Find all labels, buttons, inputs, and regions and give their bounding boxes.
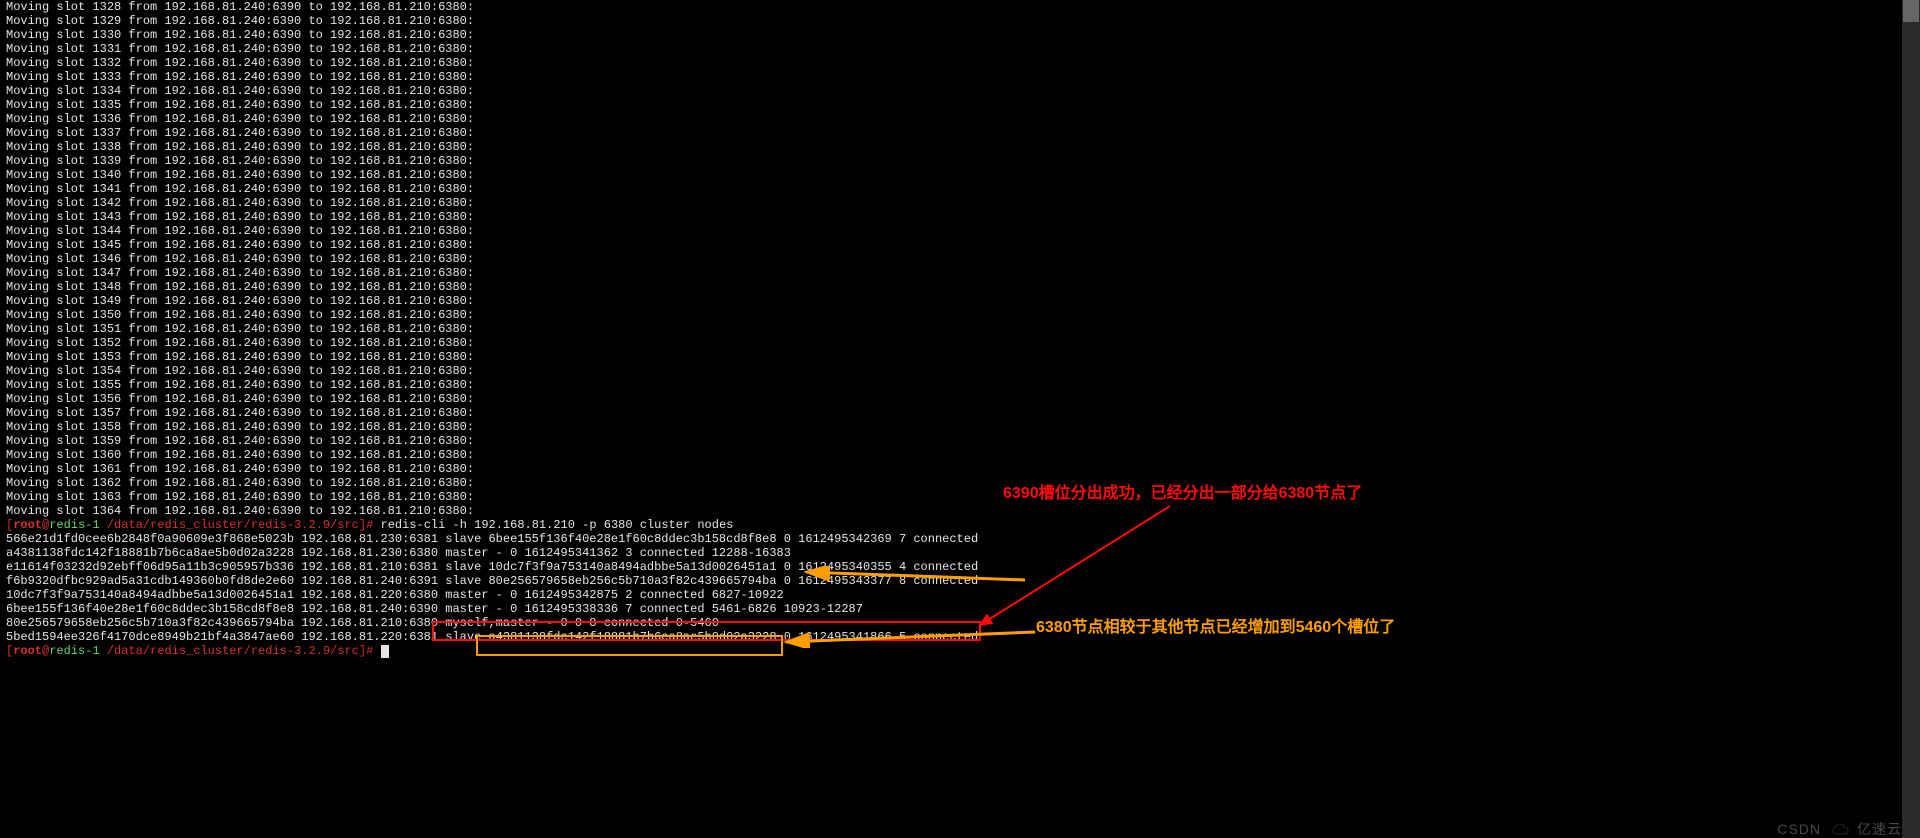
moving-slot-line: Moving slot 1336 from 192.168.81.240:639… <box>6 112 1920 126</box>
cluster-node-line: 10dc7f3f9a753140a8494adbbe5a13d0026451a1… <box>6 588 1920 602</box>
watermark-yisu: 亿速云 <box>1831 822 1902 836</box>
terminal-output: Moving slot 1328 from 192.168.81.240:639… <box>6 0 1920 658</box>
moving-slot-line: Moving slot 1333 from 192.168.81.240:639… <box>6 70 1920 84</box>
moving-slot-line: Moving slot 1359 from 192.168.81.240:639… <box>6 434 1920 448</box>
terminal-window[interactable]: Moving slot 1328 from 192.168.81.240:639… <box>0 0 1920 838</box>
moving-slot-line: Moving slot 1342 from 192.168.81.240:639… <box>6 196 1920 210</box>
cluster-node-line: 5bed1594ee326f4170dce8949b21bf4a3847ae60… <box>6 630 1920 644</box>
moving-slot-line: Moving slot 1354 from 192.168.81.240:639… <box>6 364 1920 378</box>
watermarks: CSDN 亿速云 <box>1777 822 1902 836</box>
moving-slot-line: Moving slot 1355 from 192.168.81.240:639… <box>6 378 1920 392</box>
moving-slot-line: Moving slot 1356 from 192.168.81.240:639… <box>6 392 1920 406</box>
cluster-node-line: a4381138fdc142f18881b7b6ca8ae5b0d02a3228… <box>6 546 1920 560</box>
moving-slot-line: Moving slot 1363 from 192.168.81.240:639… <box>6 490 1920 504</box>
moving-slot-line: Moving slot 1338 from 192.168.81.240:639… <box>6 140 1920 154</box>
moving-slot-line: Moving slot 1330 from 192.168.81.240:639… <box>6 28 1920 42</box>
cluster-node-line: e11614f03232d92ebff06d95a11b3c905957b336… <box>6 560 1920 574</box>
cluster-node-line: 6bee155f136f40e28e1f60c8ddec3b158cd8f8e8… <box>6 602 1920 616</box>
moving-slot-line: Moving slot 1351 from 192.168.81.240:639… <box>6 322 1920 336</box>
prompt-line-2[interactable]: [root@redis-1 /data/redis_cluster/redis-… <box>6 644 1920 658</box>
cluster-node-line: 566e21d1fd0cee6b2848f0a90609e3f868e5023b… <box>6 532 1920 546</box>
moving-slot-line: Moving slot 1350 from 192.168.81.240:639… <box>6 308 1920 322</box>
moving-slot-line: Moving slot 1331 from 192.168.81.240:639… <box>6 42 1920 56</box>
moving-slot-line: Moving slot 1340 from 192.168.81.240:639… <box>6 168 1920 182</box>
moving-slot-line: Moving slot 1349 from 192.168.81.240:639… <box>6 294 1920 308</box>
watermark-yisu-text: 亿速云 <box>1857 822 1902 836</box>
cluster-node-line: 80e256579658eb256c5b710a3f82c439665794ba… <box>6 616 1920 630</box>
moving-slot-line: Moving slot 1334 from 192.168.81.240:639… <box>6 84 1920 98</box>
moving-slot-line: Moving slot 1339 from 192.168.81.240:639… <box>6 154 1920 168</box>
scrollbar[interactable] <box>1902 0 1920 838</box>
moving-slot-line: Moving slot 1358 from 192.168.81.240:639… <box>6 420 1920 434</box>
moving-slot-line: Moving slot 1329 from 192.168.81.240:639… <box>6 14 1920 28</box>
moving-slot-line: Moving slot 1345 from 192.168.81.240:639… <box>6 238 1920 252</box>
scrollbar-thumb[interactable] <box>1903 0 1919 22</box>
prompt-line-1: [root@redis-1 /data/redis_cluster/redis-… <box>6 518 1920 532</box>
moving-slot-line: Moving slot 1348 from 192.168.81.240:639… <box>6 280 1920 294</box>
annotation-red: 6390槽位分出成功，已经分出一部分给6380节点了 <box>1003 487 1362 501</box>
moving-slot-line: Moving slot 1364 from 192.168.81.240:639… <box>6 504 1920 518</box>
moving-slot-line: Moving slot 1357 from 192.168.81.240:639… <box>6 406 1920 420</box>
moving-slot-line: Moving slot 1335 from 192.168.81.240:639… <box>6 98 1920 112</box>
moving-slot-line: Moving slot 1343 from 192.168.81.240:639… <box>6 210 1920 224</box>
moving-slot-line: Moving slot 1347 from 192.168.81.240:639… <box>6 266 1920 280</box>
moving-slot-line: Moving slot 1360 from 192.168.81.240:639… <box>6 448 1920 462</box>
moving-slot-line: Moving slot 1346 from 192.168.81.240:639… <box>6 252 1920 266</box>
cursor <box>381 645 389 658</box>
watermark-csdn: CSDN <box>1777 822 1821 836</box>
moving-slot-line: Moving slot 1337 from 192.168.81.240:639… <box>6 126 1920 140</box>
cluster-node-line: f6b9320dfbc929ad5a31cdb149360b0fd8de2e60… <box>6 574 1920 588</box>
annotation-yellow: 6380节点相较于其他节点已经增加到5460个槽位了 <box>1036 621 1395 635</box>
moving-slot-line: Moving slot 1344 from 192.168.81.240:639… <box>6 224 1920 238</box>
moving-slot-line: Moving slot 1353 from 192.168.81.240:639… <box>6 350 1920 364</box>
moving-slot-line: Moving slot 1352 from 192.168.81.240:639… <box>6 336 1920 350</box>
moving-slot-line: Moving slot 1332 from 192.168.81.240:639… <box>6 56 1920 70</box>
moving-slot-line: Moving slot 1328 from 192.168.81.240:639… <box>6 0 1920 14</box>
moving-slot-line: Moving slot 1361 from 192.168.81.240:639… <box>6 462 1920 476</box>
moving-slot-line: Moving slot 1362 from 192.168.81.240:639… <box>6 476 1920 490</box>
moving-slot-line: Moving slot 1341 from 192.168.81.240:639… <box>6 182 1920 196</box>
